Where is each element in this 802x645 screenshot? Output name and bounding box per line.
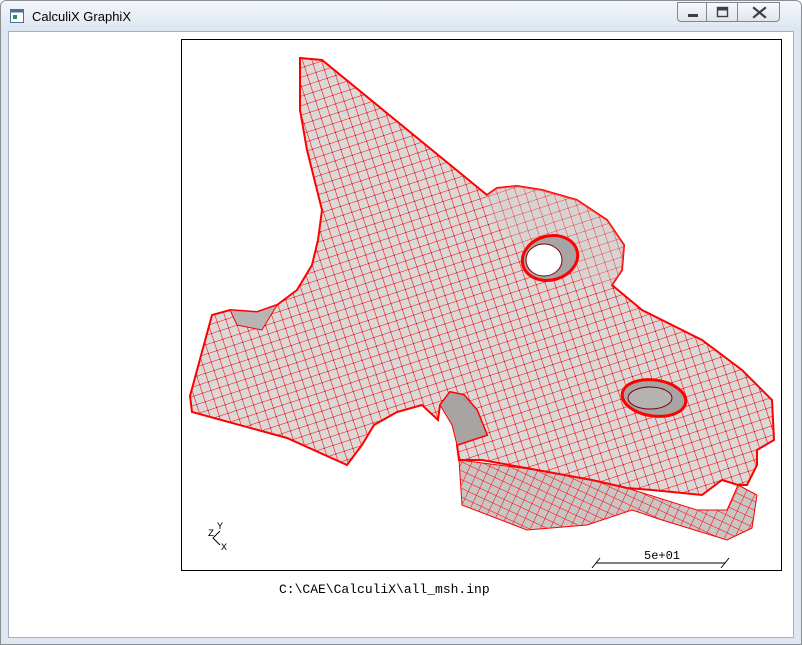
scale-bar-label: 5e+01: [644, 549, 680, 563]
maximize-icon: [716, 6, 729, 18]
graphics-viewport[interactable]: Z Y X 5e+01: [181, 39, 782, 571]
axis-z-label: Z: [208, 529, 214, 540]
maximize-button[interactable]: [706, 2, 738, 22]
file-path-label: C:\CAE\CalculiX\all_msh.inp: [279, 582, 490, 597]
minimize-icon: [688, 14, 698, 17]
app-window-icon: [10, 9, 24, 23]
axis-y-label: Y: [217, 522, 223, 533]
close-button[interactable]: [737, 2, 780, 22]
lower-hole-inner: [627, 386, 673, 410]
window-title: CalculiX GraphiX: [32, 9, 131, 24]
close-icon: [752, 6, 767, 19]
upper-hole-inner: [525, 243, 563, 277]
scale-bar: 5e+01: [591, 549, 730, 569]
mesh-view[interactable]: Z Y X 5e+01: [182, 40, 781, 570]
title-bar[interactable]: CalculiX GraphiX: [1, 1, 801, 31]
axis-x-label: X: [221, 543, 227, 554]
axis-triad: Z Y X: [208, 522, 227, 554]
minimize-button[interactable]: [677, 2, 707, 22]
